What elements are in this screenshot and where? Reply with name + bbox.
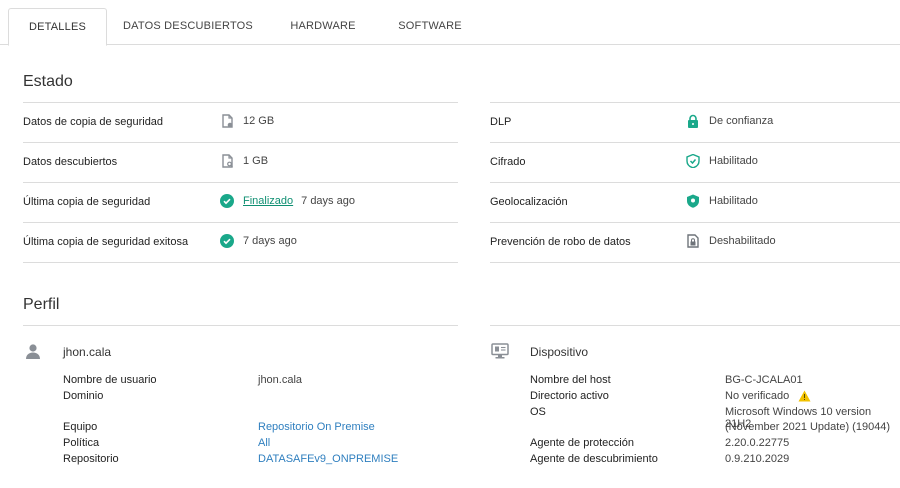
- tab-detalles[interactable]: DETALLES: [8, 8, 107, 46]
- tab-hardware[interactable]: HARDWARE: [280, 8, 366, 46]
- field-label-os: OS: [530, 406, 546, 418]
- location-shield-icon: [686, 194, 700, 208]
- user-icon: [25, 343, 41, 359]
- divider: [23, 182, 458, 183]
- file-lock-icon: [686, 234, 700, 248]
- backup-status-link[interactable]: Finalizado: [243, 195, 293, 207]
- row-value-discovered-data: 1 GB: [220, 154, 268, 168]
- field-value-hostname: BG-C-JCALA01: [725, 374, 803, 386]
- divider: [23, 142, 458, 143]
- encryption-status: Habilitado: [709, 155, 758, 167]
- row-label-encryption: Cifrado: [490, 156, 526, 168]
- row-value-backup-data: 12 GB: [220, 114, 274, 128]
- row-label-geolocation: Geolocalización: [490, 196, 568, 208]
- field-label-policy: Política: [63, 437, 100, 449]
- field-value-protection-agent: 2.20.0.22775: [725, 437, 790, 449]
- row-label-discovered-data: Datos descubiertos: [23, 156, 118, 168]
- backup-size: 12 GB: [243, 115, 275, 127]
- row-value-encryption: Habilitado: [686, 154, 758, 168]
- row-value-dlp: De confianza: [686, 114, 773, 128]
- row-label-last-backup: Última copia de seguridad: [23, 196, 151, 208]
- row-value-data-theft-prevention: Deshabilitado: [686, 234, 776, 248]
- shield-check-icon: [686, 154, 700, 168]
- discovered-size: 1 GB: [243, 155, 269, 167]
- monitor-icon: [491, 343, 509, 359]
- last-successful-backup-time: 7 days ago: [243, 235, 297, 247]
- field-label-repository: Repositorio: [63, 453, 119, 465]
- divider: [23, 262, 458, 263]
- field-label-hostname: Nombre del host: [530, 374, 611, 386]
- field-label-username: Nombre de usuario: [63, 374, 157, 386]
- row-label-data-theft-prevention: Prevención de robo de datos: [490, 236, 631, 248]
- field-value-discovery-agent: 0.9.210.2029: [725, 453, 790, 465]
- field-value-active-directory: No verificado: [725, 390, 811, 402]
- row-label-dlp: DLP: [490, 116, 512, 128]
- tab-datos-descubiertos[interactable]: DATOS DESCUBIERTOS: [118, 8, 258, 46]
- section-title-perfil: Perfil: [23, 296, 60, 313]
- team-link[interactable]: Repositorio On Premise: [258, 421, 375, 433]
- repository-link[interactable]: DATASAFEv9_ONPREMISE: [258, 453, 398, 465]
- last-backup-time: 7 days ago: [301, 195, 355, 207]
- divider: [23, 222, 458, 223]
- policy-link[interactable]: All: [258, 437, 270, 449]
- geolocation-status: Habilitado: [709, 195, 758, 207]
- file-backup-icon: [220, 114, 234, 128]
- warning-icon: [798, 390, 811, 402]
- lock-icon: [686, 114, 700, 128]
- check-circle-icon: [220, 234, 234, 248]
- row-label-backup-data: Datos de copia de seguridad: [23, 116, 164, 128]
- data-theft-prevention-status: Deshabilitado: [709, 235, 776, 247]
- field-label-active-directory: Directorio activo: [530, 390, 609, 402]
- field-label-domain: Dominio: [63, 390, 104, 402]
- file-search-icon: [220, 154, 234, 168]
- field-label-team: Equipo: [63, 421, 98, 433]
- row-value-geolocation: Habilitado: [686, 194, 758, 208]
- field-value-os-build: (November 2021 Update) (19044): [725, 421, 891, 433]
- divider: [490, 262, 900, 263]
- device-heading: Dispositivo: [530, 345, 589, 359]
- divider: [490, 182, 900, 183]
- section-title-estado: Estado: [23, 73, 73, 90]
- divider: [490, 142, 900, 143]
- row-value-last-backup: Finalizado 7 days ago: [220, 194, 355, 208]
- row-label-last-successful-backup: Última copia de seguridad exitosa: [23, 236, 189, 248]
- row-value-last-successful-backup: 7 days ago: [220, 234, 297, 248]
- divider: [490, 222, 900, 223]
- check-circle-icon: [220, 194, 234, 208]
- tab-software[interactable]: SOFTWARE: [386, 8, 474, 46]
- user-name-heading: jhon.cala: [63, 345, 112, 359]
- field-label-discovery-agent: Agente de descubrimiento: [530, 453, 658, 465]
- divider: [490, 102, 900, 103]
- field-value-username: jhon.cala: [258, 374, 303, 386]
- field-label-protection-agent: Agente de protección: [530, 437, 634, 449]
- dlp-status: De confianza: [709, 115, 774, 127]
- divider: [490, 325, 900, 326]
- divider: [23, 325, 458, 326]
- tab-bar: DETALLES DATOS DESCUBIERTOS HARDWARE SOF…: [0, 0, 900, 46]
- divider: [23, 102, 458, 103]
- active-directory-status: No verificado: [725, 390, 790, 402]
